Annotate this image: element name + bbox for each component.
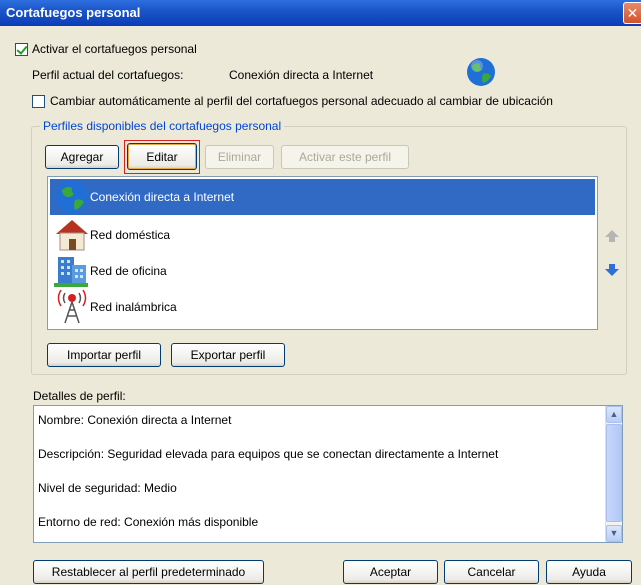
activate-profile-button[interactable]: Activar este perfil (281, 145, 409, 169)
details-security-line: Nivel de seguridad: Medio (38, 481, 177, 495)
scroll-down-button[interactable]: ▼ (606, 525, 622, 542)
profile-item-label: Red de oficina (90, 264, 167, 278)
help-button[interactable]: Ayuda (546, 560, 632, 584)
remove-profile-button[interactable]: Eliminar (205, 145, 274, 169)
enable-firewall-label: Activar el cortafuegos personal (32, 42, 197, 56)
window-title: Cortafuegos personal (6, 5, 141, 20)
profile-item-wireless[interactable]: Red inalámbrica (50, 289, 177, 325)
current-profile-label: Perfil actual del cortafuegos: (32, 68, 184, 82)
cancel-button[interactable]: Cancelar (444, 560, 539, 584)
details-description-line: Descripción: Seguridad elevada para equi… (38, 447, 499, 461)
profile-details-box[interactable]: Nombre: Conexión directa a Internet Desc… (33, 405, 623, 543)
export-profile-button[interactable]: Exportar perfil (171, 343, 285, 367)
profile-item-label: Red inalámbrica (90, 300, 177, 314)
globe-icon (466, 57, 496, 87)
enable-firewall-checkbox[interactable] (15, 43, 28, 56)
office-building-icon (50, 253, 90, 289)
move-down-icon[interactable] (605, 264, 619, 276)
details-network-line: Entorno de red: Conexión más disponible (38, 515, 259, 529)
details-scrollbar[interactable]: ▲ ▼ (605, 406, 622, 542)
profile-item-office[interactable]: Red de oficina (50, 253, 167, 289)
globe-icon (50, 179, 90, 215)
edit-profile-button[interactable]: Editar (127, 143, 197, 170)
profiles-group-legend: Perfiles disponibles del cortafuegos per… (40, 119, 285, 133)
profile-item-label: Conexión directa a Internet (90, 190, 235, 204)
ok-button[interactable]: Aceptar (343, 560, 438, 584)
profile-item-internet[interactable]: Conexión directa a Internet (50, 179, 595, 215)
import-profile-button[interactable]: Importar perfil (47, 343, 161, 367)
scroll-up-button[interactable]: ▲ (606, 406, 622, 423)
title-bar: Cortafuegos personal ✕ (0, 0, 641, 26)
reset-default-profile-button[interactable]: Restablecer al perfil predeterminado (33, 560, 264, 584)
current-profile-value: Conexión directa a Internet (229, 68, 374, 82)
house-icon (50, 217, 90, 253)
details-label: Detalles de perfil: (33, 389, 126, 403)
move-up-icon[interactable] (605, 230, 619, 242)
profiles-list[interactable]: Conexión directa a Internet Red doméstic… (47, 176, 598, 330)
scroll-thumb[interactable] (606, 424, 622, 522)
auto-switch-checkbox[interactable] (32, 95, 45, 108)
add-profile-button[interactable]: Agregar (45, 145, 119, 169)
wireless-tower-icon (50, 289, 90, 325)
auto-switch-label: Cambiar automáticamente al perfil del co… (50, 94, 553, 108)
profile-item-home[interactable]: Red doméstica (50, 217, 170, 253)
profile-item-label: Red doméstica (90, 228, 171, 242)
details-name-line: Nombre: Conexión directa a Internet (38, 413, 232, 427)
close-button[interactable]: ✕ (623, 2, 641, 24)
